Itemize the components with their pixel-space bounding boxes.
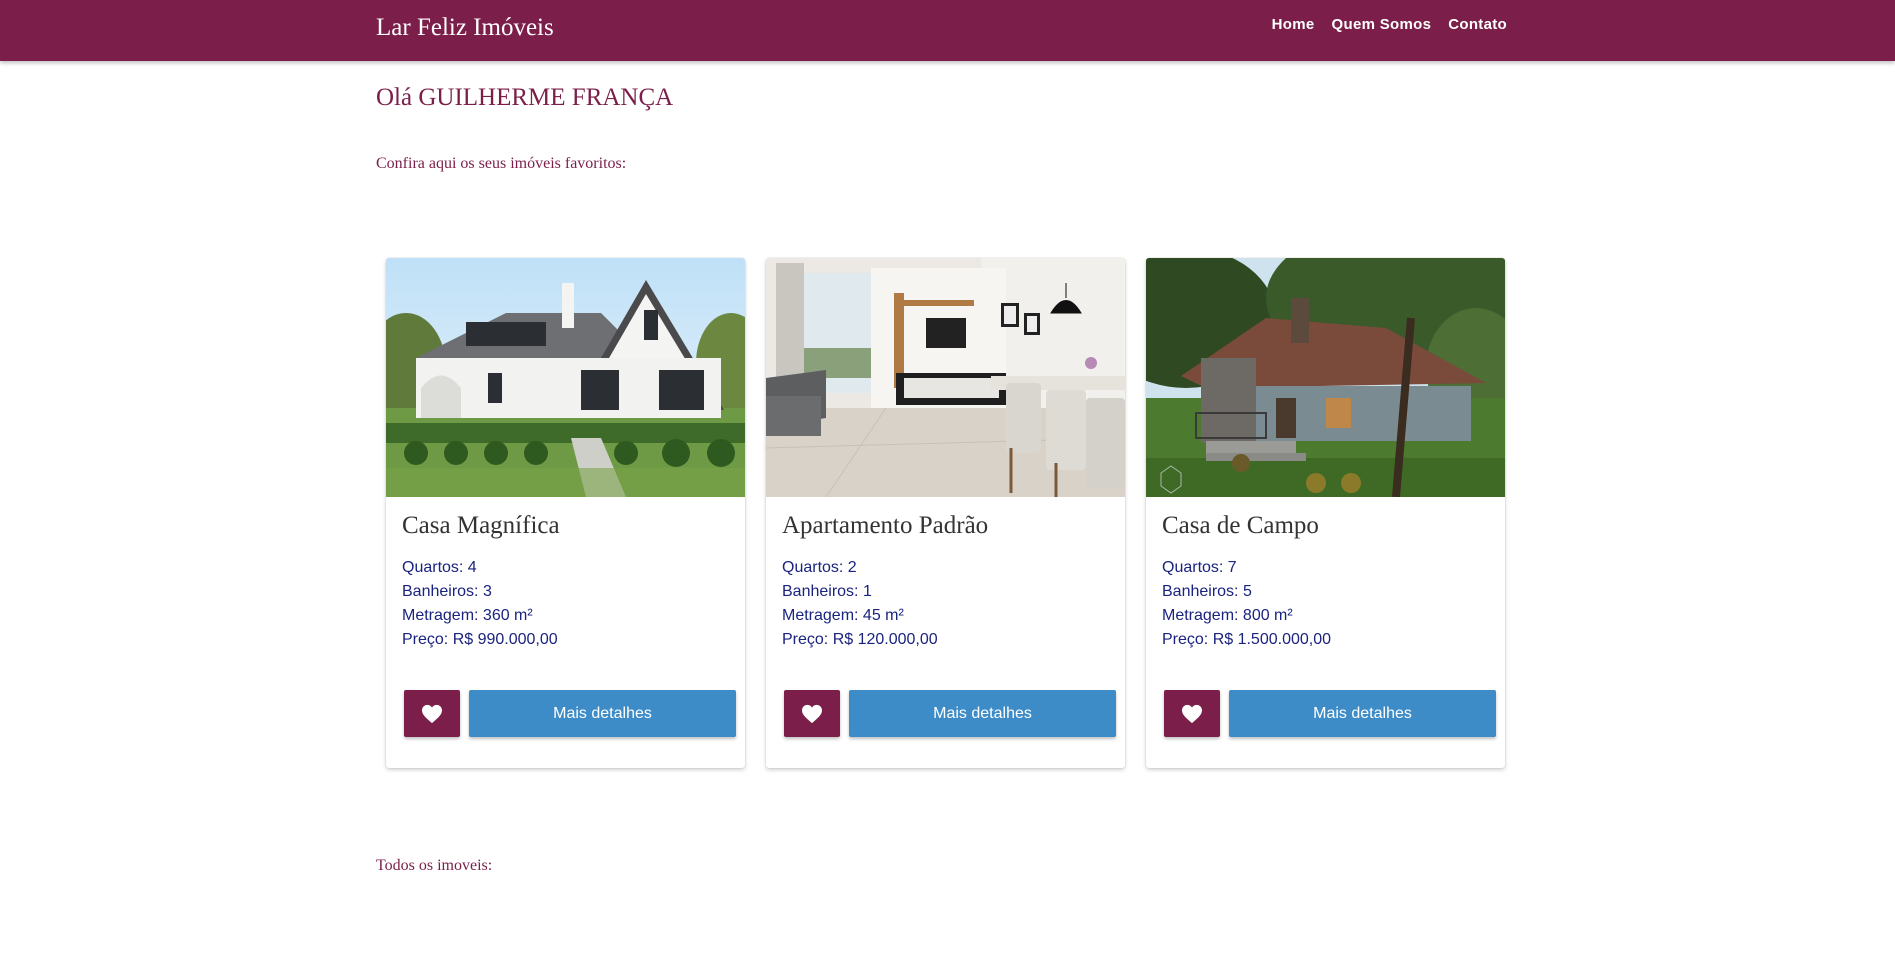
bathrooms-text: Banheiros: 1 — [782, 583, 872, 600]
nav-link-contato[interactable]: Contato — [1448, 16, 1507, 33]
navbar: Lar Feliz Imóveis Home Quem Somos Contat… — [0, 0, 1895, 61]
nav-link-quem-somos[interactable]: Quem Somos — [1332, 16, 1432, 33]
area-text: Metragem: 360 m² — [402, 607, 533, 624]
all-listings-title: Todos os imoveis: — [376, 857, 493, 874]
nav-link-home[interactable]: Home — [1272, 16, 1315, 33]
details-button[interactable]: Mais detalhes — [469, 690, 736, 737]
card-info: Quartos: 4 Banheiros: 3 Metragem: 360 m²… — [402, 556, 558, 652]
house-photo — [386, 258, 745, 497]
favorite-button[interactable] — [1164, 690, 1220, 737]
brand-logo[interactable]: Lar Feliz Imóveis — [376, 14, 554, 42]
card-info: Quartos: 2 Banheiros: 1 Metragem: 45 m² … — [782, 556, 938, 652]
card-title: Apartamento Padrão — [782, 512, 989, 539]
apartment-photo — [766, 258, 1125, 497]
card-info: Quartos: 7 Banheiros: 5 Metragem: 800 m²… — [1162, 556, 1331, 652]
heart-icon — [1182, 704, 1202, 723]
property-card: Casa Magnífica Quartos: 4 Banheiros: 3 M… — [386, 258, 745, 768]
favorite-button[interactable] — [784, 690, 840, 737]
card-title: Casa Magnífica — [402, 512, 560, 539]
nav-links: Home Quem Somos Contato — [1272, 16, 1507, 33]
card-title: Casa de Campo — [1162, 512, 1319, 539]
favorite-button[interactable] — [404, 690, 460, 737]
area-text: Metragem: 800 m² — [1162, 607, 1293, 624]
rooms-text: Quartos: 4 — [402, 559, 477, 576]
details-button[interactable]: Mais detalhes — [1229, 690, 1496, 737]
details-button[interactable]: Mais detalhes — [849, 690, 1116, 737]
price-text: Preço: R$ 1.500.000,00 — [1162, 631, 1332, 648]
heart-icon — [422, 704, 442, 723]
property-card: Casa de Campo Quartos: 7 Banheiros: 5 Me… — [1146, 258, 1505, 768]
rooms-text: Quartos: 7 — [1162, 559, 1237, 576]
favorites-intro: Confira aqui os seus imóveis favoritos: — [376, 155, 627, 172]
price-text: Preço: R$ 990.000,00 — [402, 631, 558, 648]
heart-icon — [802, 704, 822, 723]
price-text: Preço: R$ 120.000,00 — [782, 631, 938, 648]
bathrooms-text: Banheiros: 3 — [402, 583, 492, 600]
area-text: Metragem: 45 m² — [782, 607, 904, 624]
greeting-title: Olá GUILHERME FRANÇA — [376, 84, 674, 111]
bathrooms-text: Banheiros: 5 — [1162, 583, 1252, 600]
country-house-photo — [1146, 258, 1505, 497]
rooms-text: Quartos: 2 — [782, 559, 857, 576]
property-card: Apartamento Padrão Quartos: 2 Banheiros:… — [766, 258, 1125, 768]
